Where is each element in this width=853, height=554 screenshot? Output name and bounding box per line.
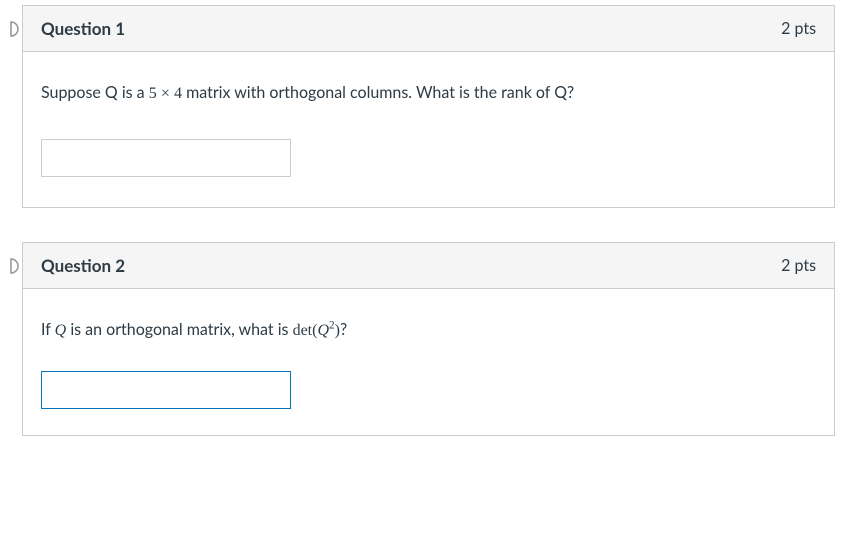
question-title: Question 2 [41, 255, 125, 276]
prompt-text: ? [340, 320, 347, 339]
question-prompt: If Q is an orthogonal matrix, what is de… [41, 319, 816, 342]
question-header: Question 1 2 pts [23, 6, 834, 52]
answer-input[interactable] [41, 371, 291, 409]
question-prompt: Suppose Q is a 5 × 4 matrix with orthogo… [41, 82, 816, 105]
status-partial-icon [2, 20, 20, 38]
question-block: Question 2 2 pts If Q is an orthogonal m… [22, 242, 835, 435]
question-body: If Q is an orthogonal matrix, what is de… [23, 289, 834, 434]
question-points: 2 pts [781, 19, 816, 38]
times-symbol: × [161, 85, 170, 102]
det-label: det [293, 322, 313, 339]
var-q: Q [55, 322, 67, 339]
prompt-text: Suppose Q is a [41, 83, 149, 102]
question-title: Question 1 [41, 18, 125, 39]
prompt-text: matrix with orthogonal columns. What is … [182, 83, 574, 102]
answer-input[interactable] [41, 139, 291, 177]
status-partial-icon [2, 257, 20, 275]
question-header: Question 2 2 pts [23, 243, 834, 289]
question-block: Question 1 2 pts Suppose Q is a 5 × 4 ma… [22, 5, 835, 208]
var-q: Q [317, 322, 329, 339]
prompt-text: is an orthogonal matrix, what is [66, 320, 292, 339]
matrix-rows: 5 [149, 85, 157, 102]
prompt-text: If [41, 320, 55, 339]
question-body: Suppose Q is a 5 × 4 matrix with orthogo… [23, 52, 834, 207]
matrix-cols: 4 [174, 85, 182, 102]
question-points: 2 pts [781, 256, 816, 275]
